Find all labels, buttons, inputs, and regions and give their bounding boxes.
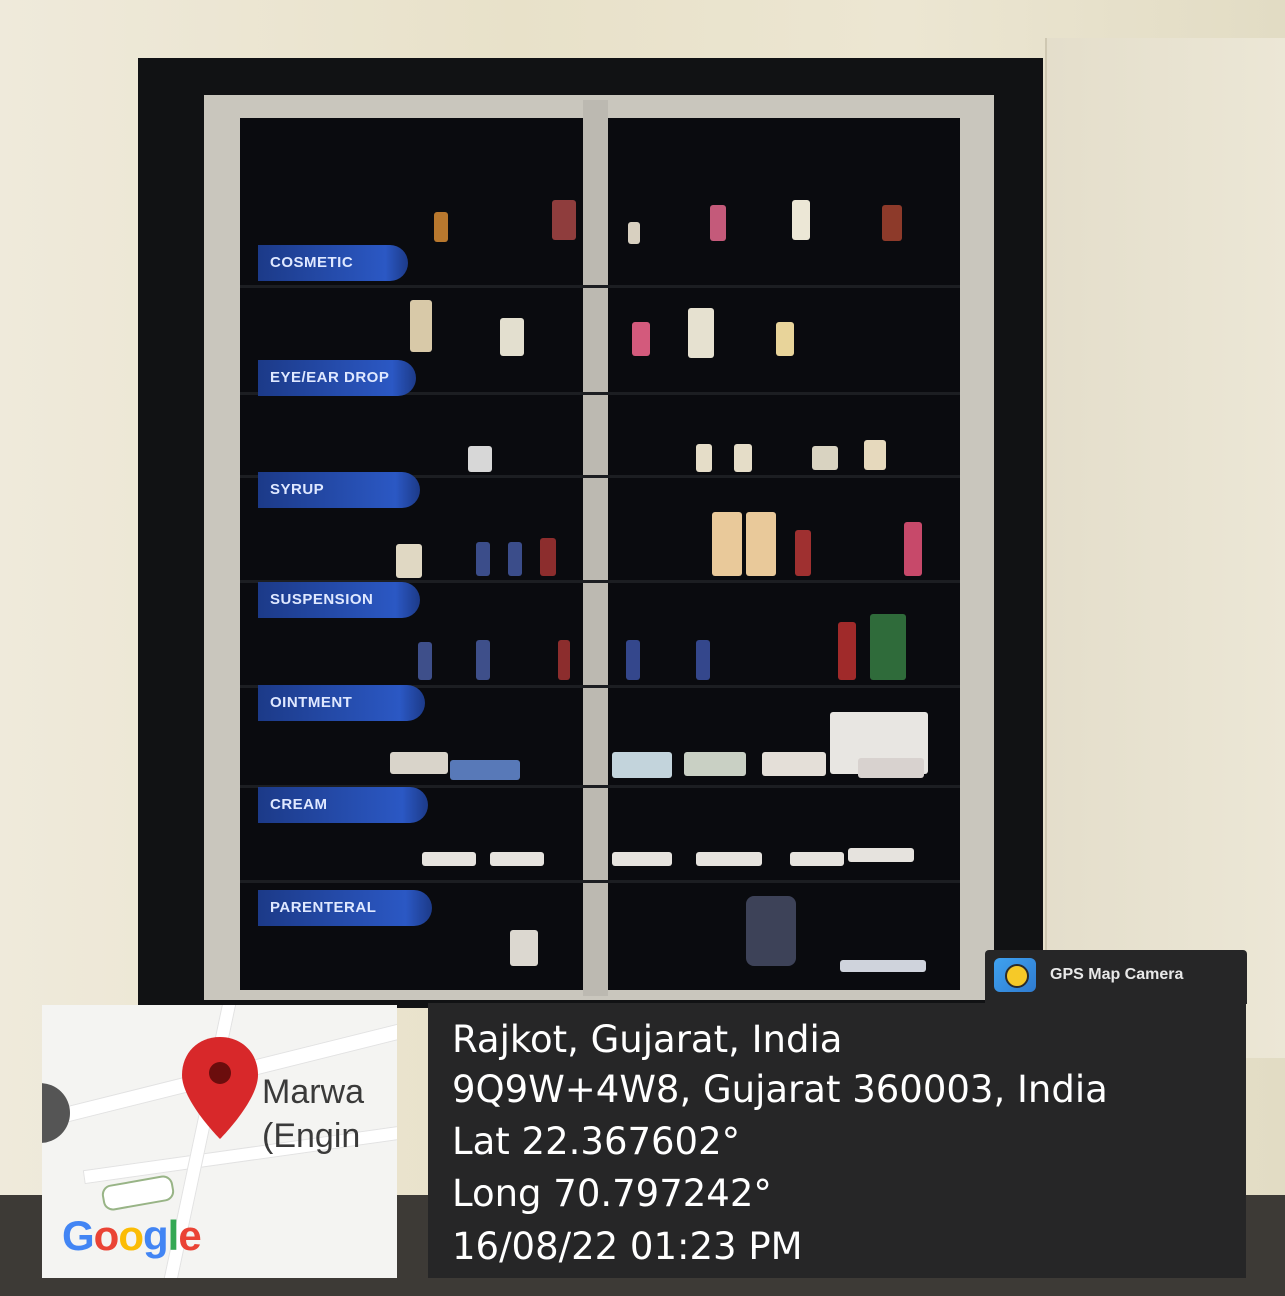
product-bottle [558,640,570,680]
product-box [734,444,752,472]
product-bottle [626,640,640,680]
product-tube [612,852,672,866]
product-box [762,752,826,776]
product-bottle [776,322,794,356]
product-box [712,512,742,576]
door-divider [583,100,608,996]
product-box [864,440,886,470]
map-place-name: Marwa [262,1073,365,1111]
product-tube [688,308,714,358]
product-box [468,446,492,472]
product-box [510,930,538,966]
product-box [696,444,712,472]
map-place-name-2: (Engin [262,1117,361,1155]
product-bottle [838,622,856,680]
product-box [858,758,924,778]
product-bottle [792,200,810,240]
product-box [552,200,576,240]
wall-panel [1045,38,1285,1058]
shelf-label-parenteral: PARENTERAL [258,890,432,926]
location-longitude: Long 70.797242° [452,1172,772,1215]
product-bottle [882,205,902,241]
product-bottle [632,322,650,356]
product-box [390,752,448,774]
product-tube [848,848,914,862]
gps-camera-label: GPS Map Camera [1050,966,1184,983]
map-pin-icon [182,1037,258,1139]
google-logo: Google [62,1212,202,1259]
shelf-label-syrup: SYRUP [258,472,420,508]
product-bottle [696,640,710,680]
product-box [684,752,746,776]
product-box [812,446,838,470]
product-bottle [628,222,640,244]
location-latitude: Lat 22.367602° [452,1120,741,1163]
shelf [240,880,960,883]
product-tube [410,300,432,352]
gps-map-camera-icon [994,958,1036,992]
product-container [746,896,796,966]
shelf-label-ointment: OINTMENT [258,685,425,721]
map-arrow-icon [42,1083,70,1143]
product-bottle [434,212,448,242]
product-box [746,512,776,576]
product-bottle [508,542,522,576]
product-box [612,752,672,778]
product-tube [840,960,926,972]
product-bottle [418,642,432,680]
product-box [450,760,520,780]
product-box [870,614,906,680]
location-timestamp: 16/08/22 01:23 PM [452,1225,803,1268]
shelf [240,285,960,288]
product-tube [500,318,524,356]
product-bottle [795,530,811,576]
shelf-label-cosmetic: COSMETIC [258,245,408,281]
product-tube [422,852,476,866]
location-address: 9Q9W+4W8, Gujarat 360003, India [452,1068,1108,1111]
product-box [396,544,422,578]
product-tube [490,852,544,866]
product-bottle [904,522,922,576]
product-tube [696,852,762,866]
product-bottle [540,538,556,576]
shelf-label-cream: CREAM [258,787,428,823]
product-bottle [476,640,490,680]
product-bottle [710,205,726,241]
location-city: Rajkot, Gujarat, India [452,1018,843,1061]
shelf-label-eye-ear-drop: EYE/EAR DROP [258,360,416,396]
product-bottle [476,542,490,576]
shelf-label-suspension: SUSPENSION [258,582,420,618]
product-tube [790,852,844,866]
